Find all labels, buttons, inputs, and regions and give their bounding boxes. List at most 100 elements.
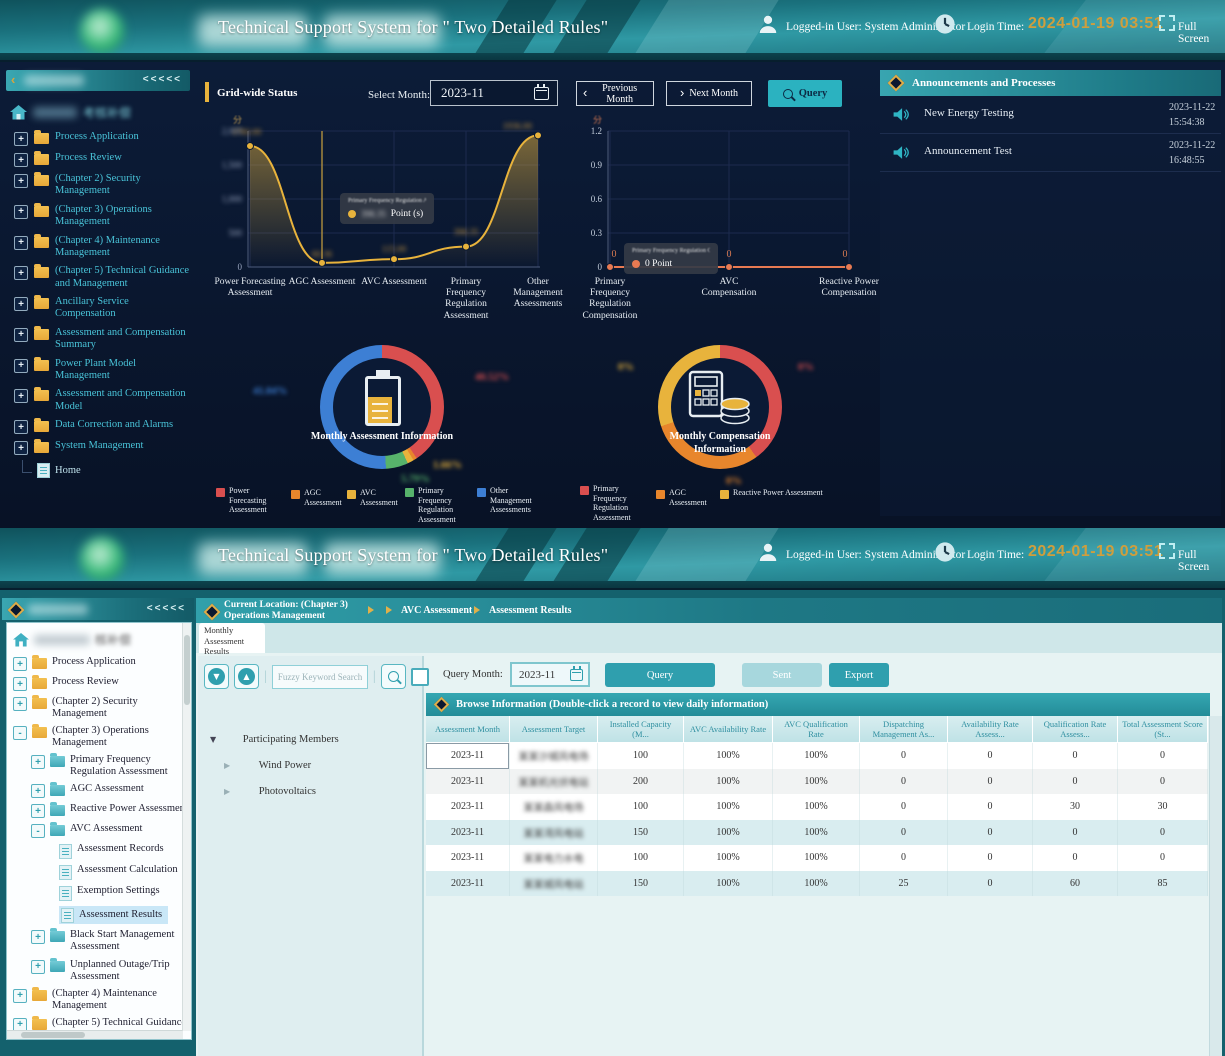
compensation-line-chart[interactable]: 00.30.60.91.2分000Primary Frequency Regul… <box>578 115 874 320</box>
column-header[interactable]: AVC Qualification Rate <box>773 716 860 743</box>
sidebar-item[interactable]: +Assessment and Compensation Model <box>14 388 190 413</box>
tree-expand-icon[interactable]: + <box>14 153 28 167</box>
sidebar-root[interactable]: 考核补偿 <box>10 104 190 121</box>
sidebar-item[interactable]: +Reactive Power Assessment <box>11 803 191 818</box>
calendar-icon[interactable] <box>570 669 583 681</box>
announcement-title[interactable]: New Energy Testing <box>924 107 1014 119</box>
sidebar-item[interactable]: -(Chapter 3) Operations Management <box>11 725 191 749</box>
export-button[interactable]: Export <box>829 663 889 687</box>
query-button[interactable]: Query <box>605 663 715 687</box>
tree-expand-icon[interactable]: + <box>14 297 28 311</box>
tree-expand-icon[interactable]: + <box>14 132 28 146</box>
tree-expand-icon[interactable]: + <box>14 174 28 188</box>
month-input-field[interactable] <box>439 84 534 102</box>
sidebar-item[interactable]: +(Chapter 3) Operations Management <box>14 204 190 229</box>
tree-expand-icon[interactable]: + <box>14 205 28 219</box>
tree-expand-icon[interactable]: + <box>31 804 45 818</box>
column-header[interactable]: Total Assessment Score (St... <box>1118 716 1208 743</box>
previous-month-button[interactable]: ‹ Previous Month <box>576 81 654 106</box>
next-month-button[interactable]: › Next Month <box>666 81 752 106</box>
announcement-title[interactable]: Announcement Test <box>924 145 1012 157</box>
tree-expand-icon[interactable]: + <box>14 359 28 373</box>
legend-item[interactable]: Primary Frequency Regulation Assessment <box>580 484 650 522</box>
fuzzy-search-input[interactable] <box>272 665 368 689</box>
breadcrumb-item[interactable]: Assessment Results <box>489 605 572 616</box>
tree-expand-icon[interactable]: + <box>13 697 27 711</box>
legend-item[interactable]: Other Management Assessments <box>477 486 541 515</box>
tree-expand-icon[interactable]: + <box>14 420 28 434</box>
back-arrow-icon[interactable]: ‹ <box>11 72 15 87</box>
tree-expand-icon[interactable]: + <box>14 441 28 455</box>
sidebar-item[interactable]: +Power Plant Model Management <box>14 358 190 383</box>
tree-expand-icon[interactable]: + <box>13 989 27 1003</box>
compensation-donut-chart[interactable]: Monthly Compensation Information0%0%0%Pr… <box>580 328 872 524</box>
sidebar-item[interactable]: Assessment Results <box>11 906 191 924</box>
sidebar-item[interactable]: +Unplanned Outage/Trip Assessment <box>11 959 191 983</box>
sidebar-collapse-bar[interactable]: ‹ <<<<< <box>6 70 190 91</box>
table-row[interactable]: 2023-11某某电力水电100100%100%0000 <box>426 845 1208 871</box>
tree-expanded-icon[interactable]: ▼ <box>210 735 216 744</box>
table-row[interactable]: 2023-11某某城风电站150100%100%2506085 <box>426 871 1208 897</box>
legend-item[interactable]: Power Forecasting Assessment <box>216 486 278 515</box>
legend-item[interactable]: Reactive Power Assessment <box>720 488 840 499</box>
collapse-chevrons-icon[interactable]: <<<<< <box>143 74 182 85</box>
tree-expand-icon[interactable]: + <box>13 677 27 691</box>
tree-expand-icon[interactable]: + <box>14 266 28 280</box>
sidebar-item[interactable]: +Ancillary Service Compensation <box>14 296 190 321</box>
tree-item-photovoltaics[interactable]: ▶ Photovoltaics <box>224 786 316 797</box>
column-header[interactable]: Dispatching Management As... <box>860 716 948 743</box>
sidebar-item[interactable]: Exemption Settings <box>11 885 191 901</box>
sidebar-item[interactable]: +Process Review <box>11 676 191 691</box>
column-header[interactable]: Assessment Month <box>426 716 510 743</box>
sent-button[interactable]: Sent <box>742 663 822 687</box>
sidebar-collapse-bar[interactable]: <<<<< <box>2 598 194 620</box>
tree-expand-icon[interactable]: + <box>14 236 28 250</box>
tab-monthly-assessment-results[interactable]: MonthlyAssessment Results <box>199 623 265 653</box>
sidebar-item[interactable]: +(Chapter 4) Maintenance Management <box>14 235 190 260</box>
tree-expand-icon[interactable]: - <box>13 726 27 740</box>
collapse-all-button[interactable]: ▲ <box>234 664 259 689</box>
assessment-line-chart[interactable]: 05001,0001,5002,000分1780.0060.36115.0039… <box>198 115 578 320</box>
fullscreen-icon[interactable] <box>1158 542 1176 560</box>
fullscreen-label[interactable]: Full Screen <box>1178 549 1225 573</box>
legend-item[interactable]: Primary Frequency Regulation Assessment <box>405 486 473 524</box>
tree-item-participating-members[interactable]: ▼ Participating Members <box>210 734 339 745</box>
sidebar-item[interactable]: +Process Application <box>14 131 190 146</box>
column-header[interactable]: Qualification Rate Assess... <box>1033 716 1118 743</box>
sidebar-item[interactable]: -AVC Assessment <box>11 823 191 838</box>
tree-expand-icon[interactable]: + <box>31 784 45 798</box>
fullscreen-label[interactable]: Full Screen <box>1178 21 1225 45</box>
sidebar-item[interactable]: +Process Review <box>14 152 190 167</box>
tree-expand-icon[interactable]: + <box>31 930 45 944</box>
sidebar-item[interactable]: +AGC Assessment <box>11 783 191 798</box>
tree-expand-icon[interactable]: + <box>14 328 28 342</box>
column-header[interactable]: Installed Capacity (M... <box>598 716 684 743</box>
member-search-button[interactable] <box>381 664 406 689</box>
sidebar-item[interactable]: +Assessment and Compensation Summary <box>14 327 190 352</box>
sidebar-item[interactable]: +(Chapter 5) Technical Guidance and Mana… <box>14 265 190 290</box>
sidebar-item[interactable]: +Data Correction and Alarms <box>14 419 190 434</box>
sidebar-item[interactable]: +Primary Frequency Regulation Assessment <box>11 754 191 778</box>
expand-all-button[interactable]: ▼ <box>204 664 229 689</box>
tree-collapsed-icon[interactable]: ▶ <box>224 787 230 796</box>
sidebar-item[interactable]: +(Chapter 2) Security Management <box>14 173 190 198</box>
sidebar-root[interactable]: 核补偿 <box>13 631 191 648</box>
legend-item[interactable]: AGC Assessment <box>291 488 347 507</box>
announcement-row[interactable]: Announcement Test2023-11-2216:48:55 <box>880 134 1221 172</box>
table-row[interactable]: 2023-11某某森风电场100100%100%003030 <box>426 794 1208 820</box>
sidebar-item[interactable]: +Process Application <box>11 656 191 671</box>
assessment-donut-chart[interactable]: Monthly Assessment Information40.52%1.66… <box>205 328 565 524</box>
table-row[interactable]: 2023-11某某机光伏电站200100%100%0000 <box>426 769 1208 795</box>
tree-expand-icon[interactable]: + <box>14 389 28 403</box>
tree-collapsed-icon[interactable]: ▶ <box>224 761 230 770</box>
tree-expand-icon[interactable]: + <box>31 755 45 769</box>
vertical-scrollbar[interactable] <box>182 623 191 1031</box>
breadcrumb-item[interactable]: AVC Assessment <box>401 605 472 616</box>
legend-item[interactable]: AGC Assessment <box>656 488 722 507</box>
column-header[interactable]: AVC Availability Rate <box>684 716 773 743</box>
query-month-field[interactable] <box>517 668 570 682</box>
sidebar-item[interactable]: Assessment Calculation <box>11 864 191 880</box>
month-input[interactable] <box>430 80 558 106</box>
calendar-icon[interactable] <box>534 87 549 100</box>
tree-expand-icon[interactable]: + <box>13 657 27 671</box>
